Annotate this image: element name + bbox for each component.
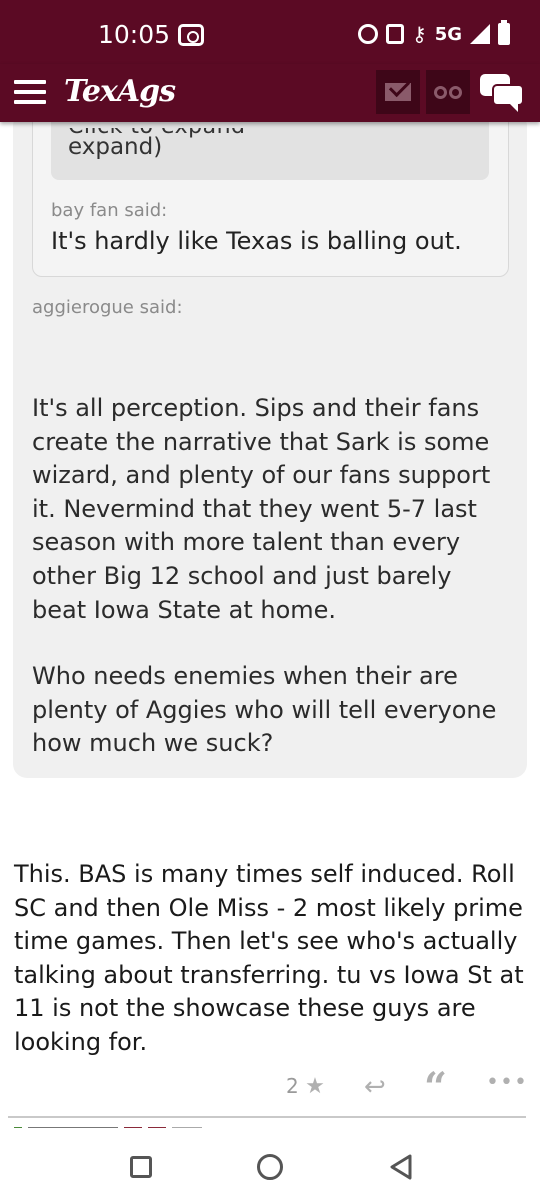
post-body: This. BAS is many times self induced. Ro… xyxy=(14,860,524,1056)
quote-author[interactable]: aggierogue said: xyxy=(32,297,183,318)
screen-record-icon xyxy=(178,24,204,46)
signal-icon xyxy=(470,24,490,44)
menu-icon[interactable] xyxy=(14,80,46,104)
quote-author[interactable]: bay fan said: xyxy=(51,200,167,221)
binoculars-icon xyxy=(434,85,462,99)
next-post-preview xyxy=(14,1120,524,1128)
star-count: 2 xyxy=(286,1074,299,1098)
quote-paragraph: It's all perception. Sips and their fans… xyxy=(32,394,491,624)
nfc-icon xyxy=(386,24,405,44)
network-type: 5G xyxy=(434,23,462,45)
alarm-icon xyxy=(358,24,379,44)
quote-paragraph: Who needs enemies when their are plenty … xyxy=(32,662,497,758)
status-bar: 10:05 ⚷ 5G xyxy=(0,0,540,64)
battery-icon xyxy=(498,20,510,45)
star-rating[interactable]: 2 ★ xyxy=(286,1074,325,1099)
app-header: TexAgs xyxy=(0,64,540,122)
post-divider xyxy=(8,1116,526,1118)
mail-button[interactable] xyxy=(376,70,420,114)
quote-expand-text[interactable]: expand) xyxy=(68,134,162,160)
more-icon[interactable]: ••• xyxy=(486,1070,528,1095)
status-icons: ⚷ 5G xyxy=(358,20,510,46)
binoculars-button[interactable] xyxy=(426,70,470,114)
home-icon[interactable] xyxy=(257,1154,283,1180)
site-logo[interactable]: TexAgs xyxy=(64,74,176,109)
recent-apps-icon[interactable] xyxy=(130,1156,152,1178)
status-time: 10:05 xyxy=(98,20,171,49)
thread-content: Click to expand expand) bay fan said: It… xyxy=(0,122,540,1128)
star-icon: ★ xyxy=(305,1074,325,1099)
chat-button[interactable] xyxy=(480,74,526,112)
mail-icon xyxy=(385,83,411,101)
system-nav-bar xyxy=(0,1128,540,1200)
back-icon[interactable] xyxy=(388,1154,414,1180)
vpn-key-icon: ⚷ xyxy=(412,22,427,46)
post-actions: 2 ★ ↩ “ ••• xyxy=(0,1068,540,1108)
quote-text: It's hardly like Texas is balling out. xyxy=(51,227,462,255)
quote-icon[interactable]: “ xyxy=(424,1068,447,1108)
reply-icon[interactable]: ↩ xyxy=(364,1072,386,1102)
